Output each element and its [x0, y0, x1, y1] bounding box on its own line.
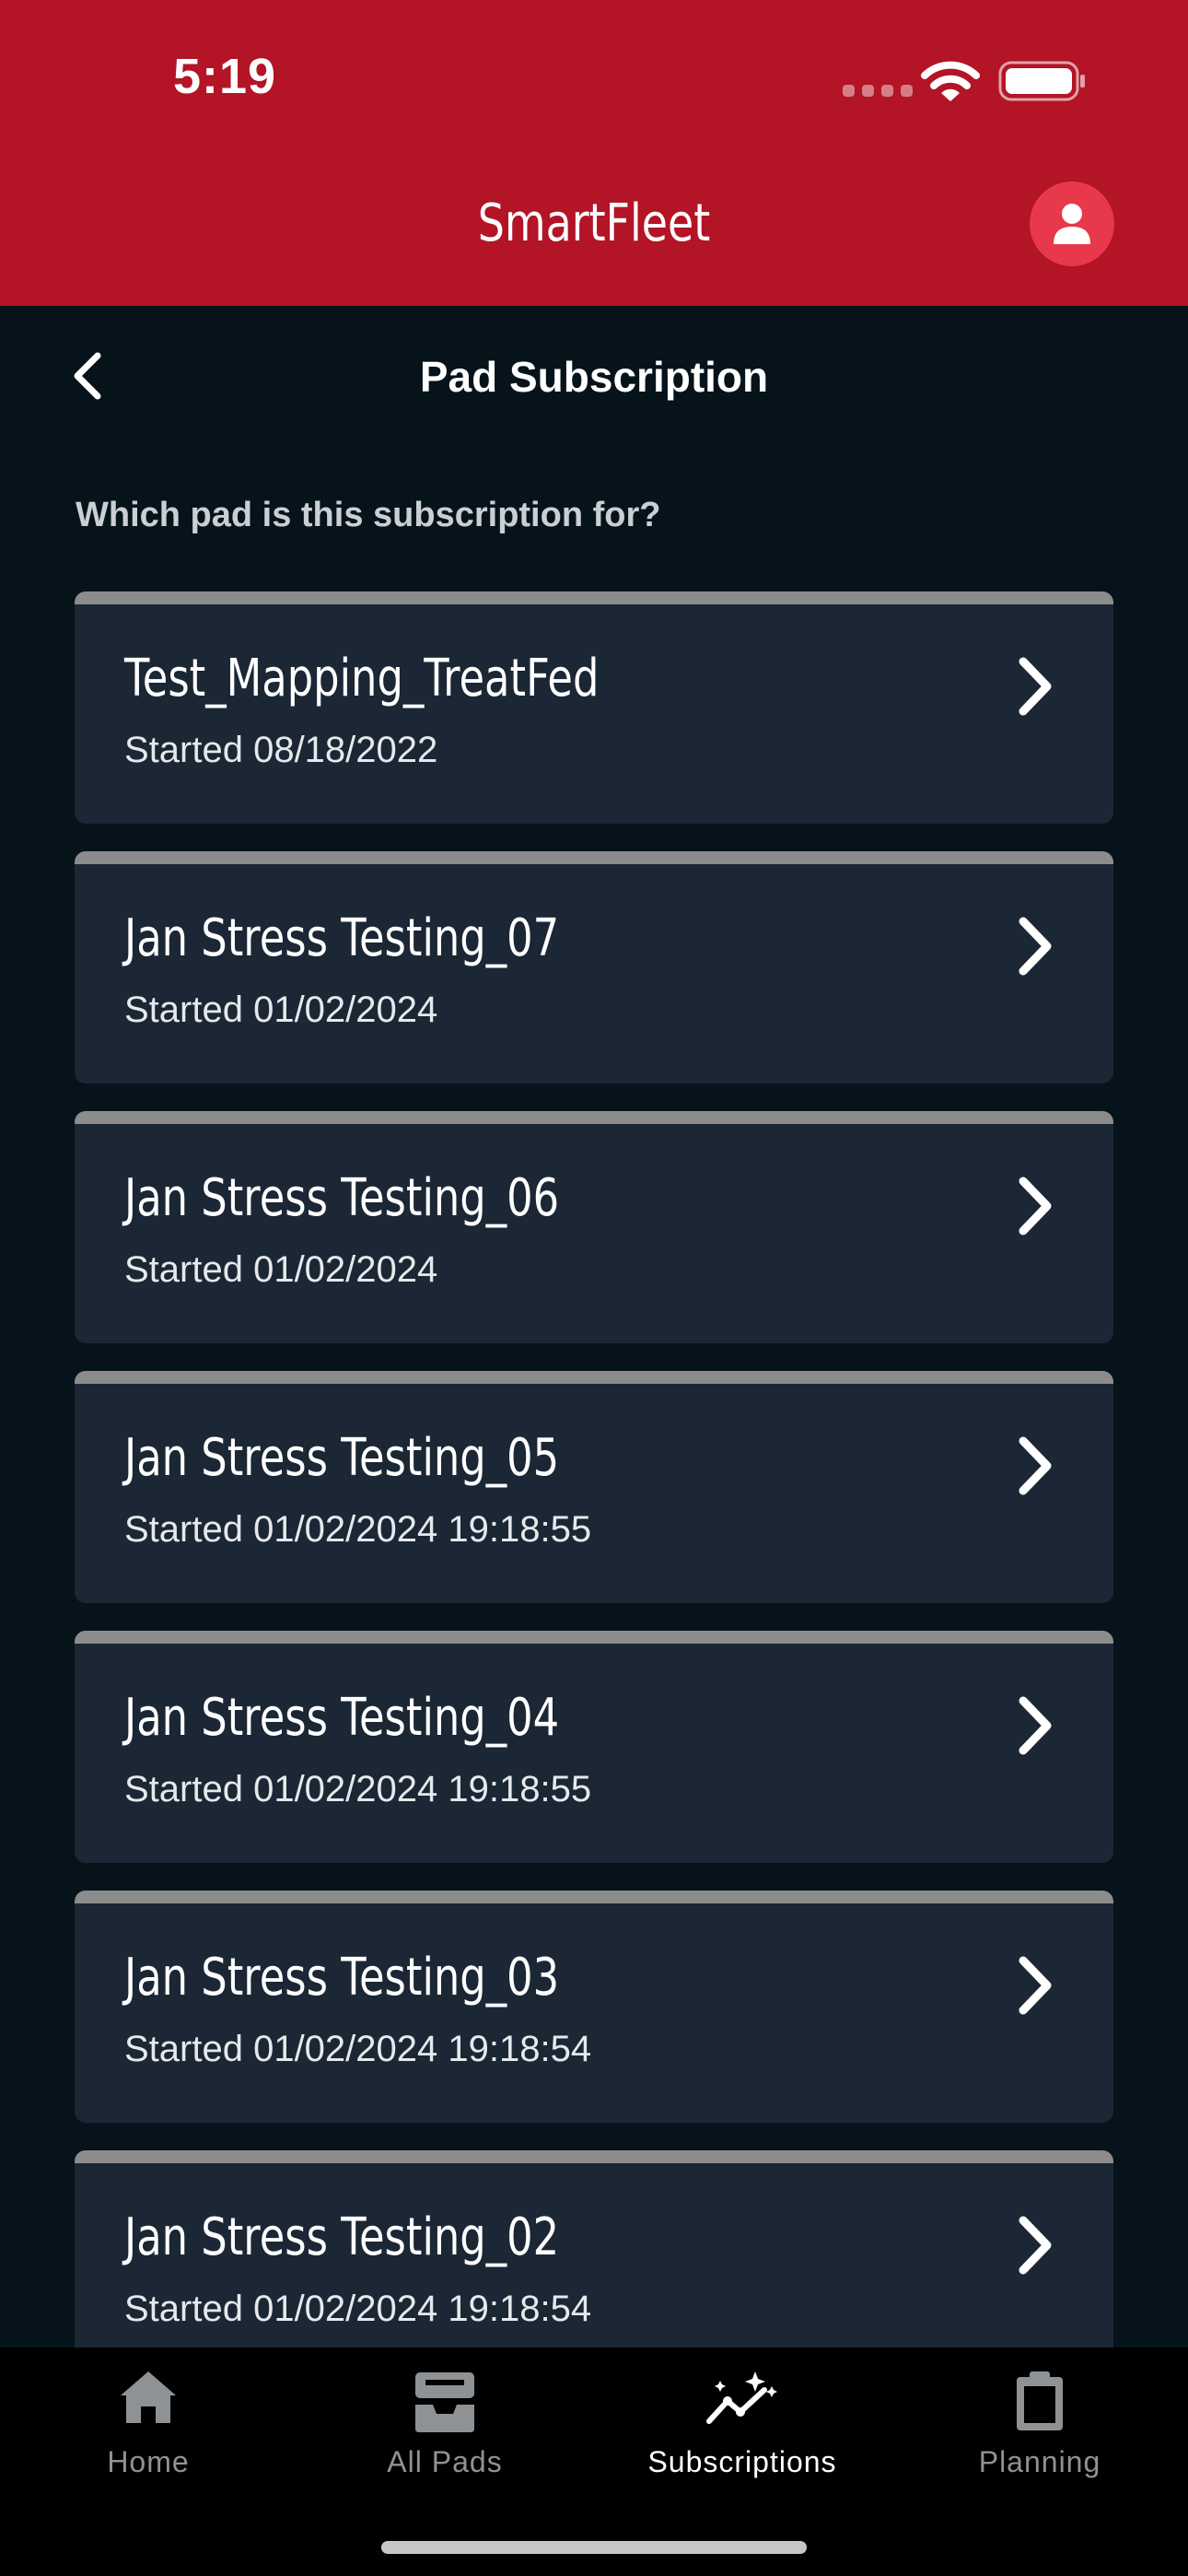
home-icon — [121, 2371, 176, 2423]
pad-name: Jan Stress Testing_06 — [124, 1168, 560, 1228]
tab-label: Home — [107, 2445, 190, 2478]
pad-card[interactable]: Jan Stress Testing_07 Started 01/02/2024 — [75, 851, 1113, 1083]
pad-name: Jan Stress Testing_04 — [124, 1688, 560, 1748]
pad-name: Jan Stress Testing_05 — [124, 1428, 560, 1488]
pad-card[interactable]: Jan Stress Testing_02 Started 01/02/2024… — [75, 2150, 1113, 2348]
pad-start-date: Started 01/02/2024 19:18:55 — [124, 1509, 592, 1550]
pad-card[interactable]: Jan Stress Testing_06 Started 01/02/2024 — [75, 1111, 1113, 1343]
tab-planning[interactable]: Planning — [891, 2348, 1188, 2495]
subscription-prompt: Which pad is this subscription for? — [76, 496, 661, 534]
tab-home[interactable]: Home — [0, 2348, 297, 2495]
pad-card[interactable]: Jan Stress Testing_04 Started 01/02/2024… — [75, 1631, 1113, 1863]
battery-icon — [998, 61, 1085, 101]
inbox-tray-icon — [415, 2372, 474, 2432]
pad-start-date: Started 01/02/2024 19:18:55 — [124, 1769, 592, 1809]
user-icon — [1054, 204, 1090, 244]
chevron-right-icon — [1019, 1177, 1052, 1235]
tab-all-pads[interactable]: All Pads — [297, 2348, 593, 2495]
pad-list: Test_Mapping_TreatFed Started 08/18/2022… — [75, 591, 1113, 2348]
pad-start-date: Started 01/02/2024 19:18:54 — [124, 2029, 592, 2069]
pad-card[interactable]: Test_Mapping_TreatFed Started 08/18/2022 — [75, 591, 1113, 824]
wifi-icon — [921, 61, 980, 101]
status-time: 5:19 — [173, 49, 277, 104]
tab-label: All Pads — [387, 2445, 503, 2478]
profile-button[interactable] — [1030, 181, 1114, 266]
chevron-right-icon — [1019, 657, 1052, 716]
pad-start-date: Started 01/02/2024 — [124, 989, 438, 1030]
clipboard-icon — [1017, 2371, 1063, 2430]
pad-start-date: Started 01/02/2024 — [124, 1249, 438, 1290]
chevron-right-icon — [1019, 2216, 1052, 2275]
pad-start-date: Started 01/02/2024 19:18:54 — [124, 2289, 592, 2329]
pad-card[interactable]: Jan Stress Testing_05 Started 01/02/2024… — [75, 1371, 1113, 1603]
cellular-signal-icon — [843, 85, 913, 97]
tab-label: Subscriptions — [647, 2445, 837, 2478]
pad-name: Jan Stress Testing_07 — [124, 908, 560, 968]
app-header: 5:19 SmartFleet — [0, 0, 1188, 306]
tab-subscriptions[interactable]: Subscriptions — [594, 2348, 891, 2495]
page-title: Pad Subscription — [419, 353, 769, 401]
chevron-right-icon — [1019, 1696, 1052, 1755]
chevron-right-icon — [1019, 917, 1052, 976]
app-title: SmartFleet — [477, 193, 711, 253]
chevron-right-icon — [1019, 1436, 1052, 1495]
pad-name: Jan Stress Testing_02 — [124, 2207, 560, 2267]
sparkle-chart-icon — [706, 2371, 777, 2424]
pad-name: Test_Mapping_TreatFed — [124, 649, 600, 708]
pad-name: Jan Stress Testing_03 — [124, 1948, 560, 2008]
home-indicator — [381, 2541, 807, 2554]
pad-start-date: Started 08/18/2022 — [124, 730, 438, 770]
tab-label: Planning — [978, 2445, 1101, 2478]
pad-card[interactable]: Jan Stress Testing_03 Started 01/02/2024… — [75, 1891, 1113, 2123]
chevron-right-icon — [1019, 1956, 1052, 2015]
